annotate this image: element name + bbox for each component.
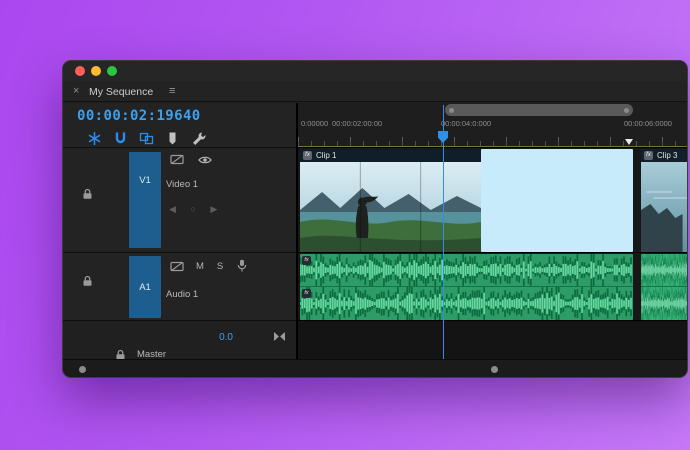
track-header-panel: 00:00:02:19640 V1 Video 1 ◀ ○ ▶ A1 M S A…	[63, 103, 296, 360]
app-window: × My Sequence ≡ 00:00:02:19640 V1 Video …	[62, 60, 688, 378]
audio-track-header: A1 M S Audio 1	[63, 252, 296, 320]
toggle-track-output-button[interactable]	[198, 155, 212, 165]
pan-control-button[interactable]	[273, 331, 286, 342]
audio-channel-right	[641, 287, 687, 320]
bowtie-pan-icon	[274, 332, 285, 341]
panel-menu-icon[interactable]: ≡	[169, 85, 175, 97]
clip-thumbnail-mountain-scene	[300, 162, 481, 252]
audio-waveform	[641, 254, 687, 286]
audio-track-a1-lane[interactable]: fx fx	[298, 252, 687, 320]
fx-badge-icon: fx	[644, 151, 653, 160]
video-clip-1[interactable]: fx Clip 1	[300, 149, 481, 252]
video-track-name: Video 1	[166, 179, 199, 190]
close-panel-icon[interactable]: ×	[73, 85, 79, 97]
eye-icon	[198, 156, 212, 164]
add-marker-button[interactable]	[163, 129, 181, 147]
audio-clip-3[interactable]	[641, 254, 687, 320]
ruler-label: 00:00:02:00:00	[332, 119, 383, 128]
audio-waveform	[641, 287, 687, 320]
lock-audio-track-button[interactable]	[82, 275, 93, 287]
audio-clip-1[interactable]: fx fx	[300, 254, 633, 320]
ruler-label: 0:00000	[301, 119, 329, 128]
fx-badge-icon: fx	[303, 151, 312, 160]
linked-selection-button[interactable]	[137, 129, 155, 147]
audio-channel-right: fx	[300, 287, 633, 320]
work-area-bar[interactable]	[445, 104, 633, 116]
window-titlebar[interactable]	[63, 61, 687, 81]
tab-my-sequence[interactable]: My Sequence	[89, 86, 153, 98]
microphone-icon	[237, 259, 247, 272]
playhead-line	[442, 105, 444, 359]
panel-tab-bar: × My Sequence ≡	[63, 81, 687, 102]
clip-name: Clip 1	[316, 151, 337, 160]
scroll-handle-left[interactable]	[79, 366, 86, 373]
prev-keyframe-button[interactable]: ◀	[169, 204, 176, 214]
ruler-label: 00:00:04:0:000	[441, 119, 492, 128]
clip-label-bar: fx Clip 1	[300, 149, 481, 162]
add-keyframe-button[interactable]: ○	[190, 204, 195, 214]
video-track-v1-lane[interactable]: fx Clip 1 fx Clip 3	[298, 147, 687, 252]
sync-lock-icon	[170, 261, 184, 272]
track-target-a1[interactable]: A1	[129, 256, 161, 318]
master-level-value[interactable]: 0.0	[189, 332, 233, 343]
snap-button[interactable]	[111, 129, 129, 147]
audio-channel-left: fx	[300, 254, 633, 287]
clip-name: Clip 3	[657, 151, 678, 160]
video-track-header: V1 Video 1 ◀ ○ ▶	[63, 147, 296, 252]
sync-lock-video-button[interactable]	[170, 154, 184, 165]
video-clip-3[interactable]: fx Clip 3	[641, 149, 687, 252]
minimize-window-button[interactable]	[91, 66, 101, 76]
clip-label-bar: fx Clip 3	[641, 149, 687, 162]
keyframe-nav: ◀ ○ ▶	[169, 204, 229, 215]
video-clip-selected[interactable]	[481, 149, 633, 252]
magnet-icon	[115, 132, 125, 143]
clip-thumbnail-water-scene	[641, 162, 687, 252]
track-target-v1[interactable]: V1	[129, 152, 161, 248]
time-ruler[interactable]: 0:00000 00:00:02:00:00 00:00:04:0:000 00…	[298, 103, 687, 147]
horizontal-scrollbar[interactable]	[63, 359, 687, 377]
zoom-window-button[interactable]	[107, 66, 117, 76]
timeline-settings-button[interactable]	[189, 129, 207, 147]
timeline-toolbar	[63, 129, 296, 149]
sync-lock-icon	[170, 154, 184, 165]
audio-channel-left	[641, 254, 687, 287]
lock-icon	[83, 275, 92, 286]
lock-icon	[83, 188, 92, 199]
lock-video-track-button[interactable]	[82, 188, 93, 200]
timeline-area[interactable]: 0:00000 00:00:02:00:00 00:00:04:0:000 00…	[296, 103, 687, 359]
close-window-button[interactable]	[75, 66, 85, 76]
nest-button[interactable]	[85, 129, 103, 147]
nest-icon	[88, 131, 100, 145]
master-track-lane	[298, 320, 687, 359]
solo-track-button[interactable]: S	[213, 261, 227, 272]
sync-lock-audio-button[interactable]	[170, 261, 184, 272]
work-area-end-marker[interactable]	[625, 139, 633, 145]
audio-waveform	[300, 287, 632, 320]
marker-icon	[169, 132, 175, 144]
fx-badge-icon: fx	[302, 289, 311, 298]
wrench-icon	[192, 132, 205, 145]
master-track-header: Master 0.0	[63, 320, 296, 360]
playhead-timecode[interactable]: 00:00:02:19640	[77, 108, 201, 124]
mute-track-button[interactable]: M	[193, 261, 207, 272]
ruler-label: 00:00:06:0000	[624, 119, 672, 128]
audio-waveform	[300, 254, 632, 286]
linked-selection-icon	[139, 132, 153, 144]
voiceover-record-button[interactable]	[237, 259, 247, 272]
next-keyframe-button[interactable]: ▶	[210, 204, 217, 214]
scroll-handle-right[interactable]	[491, 366, 498, 373]
desktop-background: × My Sequence ≡ 00:00:02:19640 V1 Video …	[0, 0, 690, 450]
fx-badge-icon: fx	[302, 256, 311, 265]
audio-track-name: Audio 1	[166, 289, 199, 300]
